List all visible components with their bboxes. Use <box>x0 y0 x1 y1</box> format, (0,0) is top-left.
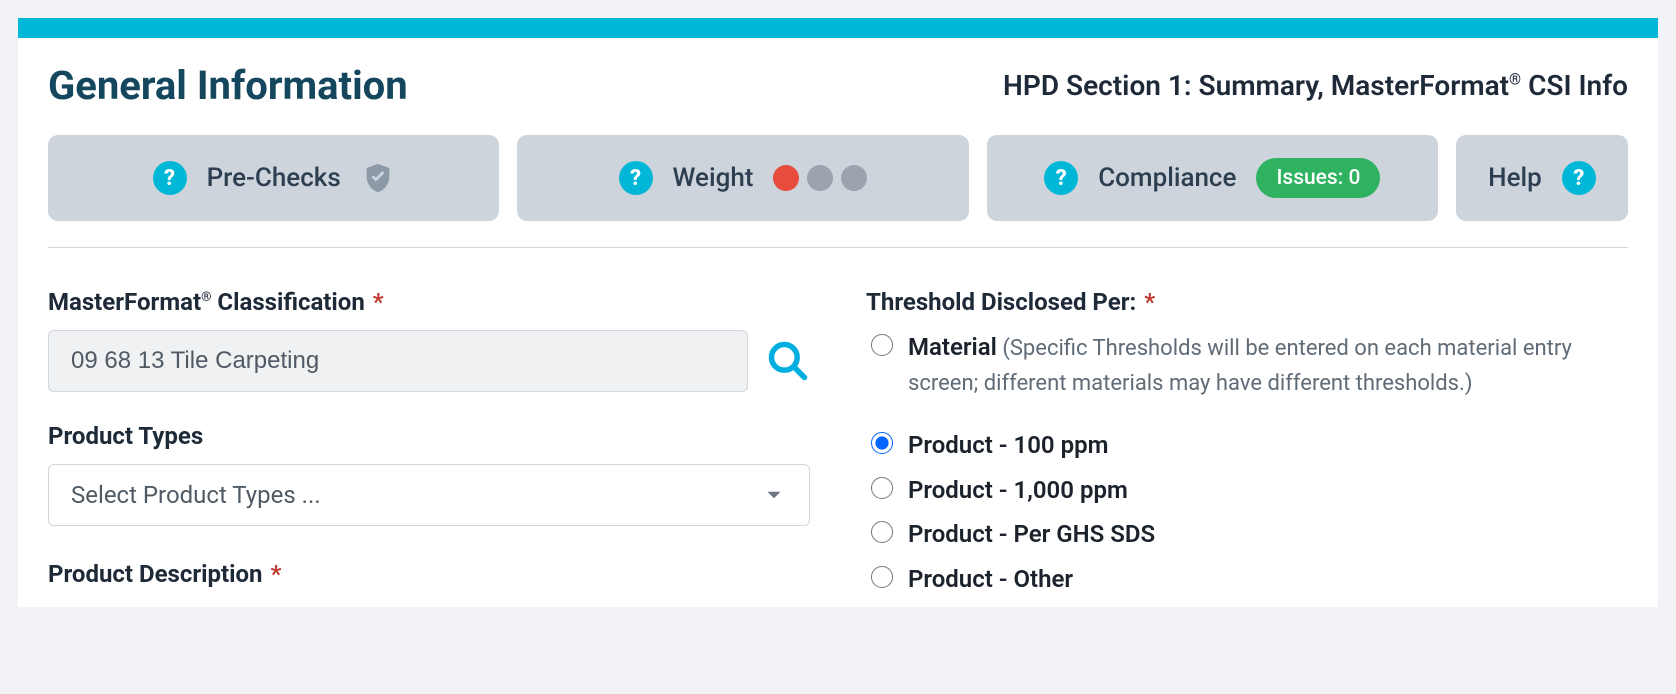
masterformat-input[interactable] <box>48 330 748 392</box>
status-dot-grey <box>807 165 833 191</box>
top-accent-bar <box>18 18 1658 38</box>
help-label: Help <box>1488 163 1542 193</box>
radio-input[interactable] <box>871 521 893 543</box>
help-icon[interactable]: ? <box>619 161 653 195</box>
weight-tile[interactable]: ? Weight <box>517 135 968 221</box>
header-row: General Information HPD Section 1: Summa… <box>48 62 1628 109</box>
masterformat-label: MasterFormat® Classification * <box>48 288 810 316</box>
compliance-issues-badge: Issues: 0 <box>1256 158 1380 198</box>
status-dot-red <box>773 165 799 191</box>
help-tile[interactable]: Help ? <box>1456 135 1628 221</box>
threshold-label: Threshold Disclosed Per: * <box>866 288 1628 316</box>
search-icon[interactable] <box>766 339 810 383</box>
status-tiles-row: ? Pre-Checks ? Weight ? Compliance Issue… <box>48 135 1628 221</box>
compliance-label: Compliance <box>1098 163 1236 193</box>
threshold-option-product-ghs-sds[interactable]: Product - Per GHS SDS <box>866 517 1628 552</box>
threshold-option-product-1000ppm[interactable]: Product - 1,000 ppm <box>866 473 1628 508</box>
help-icon[interactable]: ? <box>153 161 187 195</box>
radio-input[interactable] <box>871 334 893 356</box>
help-icon[interactable]: ? <box>1562 161 1596 195</box>
threshold-option-product-other[interactable]: Product - Other <box>866 562 1628 597</box>
content-area: General Information HPD Section 1: Summa… <box>18 38 1658 607</box>
compliance-tile[interactable]: ? Compliance Issues: 0 <box>987 135 1438 221</box>
radio-input[interactable] <box>871 566 893 588</box>
registered-mark: ® <box>201 290 211 305</box>
threshold-option-product-100ppm[interactable]: Product - 100 ppm <box>866 428 1628 463</box>
product-types-label: Product Types <box>48 422 810 450</box>
registered-mark: ® <box>1509 71 1521 89</box>
radio-input[interactable] <box>871 432 893 454</box>
divider <box>48 247 1628 248</box>
product-types-placeholder: Select Product Types ... <box>71 481 321 509</box>
page-title: General Information <box>48 62 408 109</box>
form-right-column: Threshold Disclosed Per: * Material (Spe… <box>866 288 1628 607</box>
prechecks-tile[interactable]: ? Pre-Checks <box>48 135 499 221</box>
section-subtitle: HPD Section 1: Summary, MasterFormat® CS… <box>1003 69 1628 102</box>
product-types-select[interactable]: Select Product Types ... <box>48 464 810 526</box>
form-grid: MasterFormat® Classification * Product T… <box>48 288 1628 607</box>
masterformat-input-row <box>48 330 810 392</box>
help-icon[interactable]: ? <box>1044 161 1078 195</box>
chevron-down-icon <box>761 482 787 508</box>
required-asterisk: * <box>1144 288 1155 316</box>
threshold-radio-group: Material (Specific Thresholds will be en… <box>866 330 1628 597</box>
weight-status-dots <box>773 165 867 191</box>
form-left-column: MasterFormat® Classification * Product T… <box>48 288 810 607</box>
prechecks-label: Pre-Checks <box>207 163 341 193</box>
status-dot-grey <box>841 165 867 191</box>
weight-label: Weight <box>673 163 754 193</box>
shield-icon <box>361 161 395 195</box>
radio-input[interactable] <box>871 477 893 499</box>
required-asterisk: * <box>270 560 281 588</box>
threshold-option-material[interactable]: Material (Specific Thresholds will be en… <box>866 330 1628 400</box>
product-description-label: Product Description * <box>48 560 810 588</box>
required-asterisk: * <box>373 288 384 316</box>
app-container: General Information HPD Section 1: Summa… <box>18 18 1658 607</box>
